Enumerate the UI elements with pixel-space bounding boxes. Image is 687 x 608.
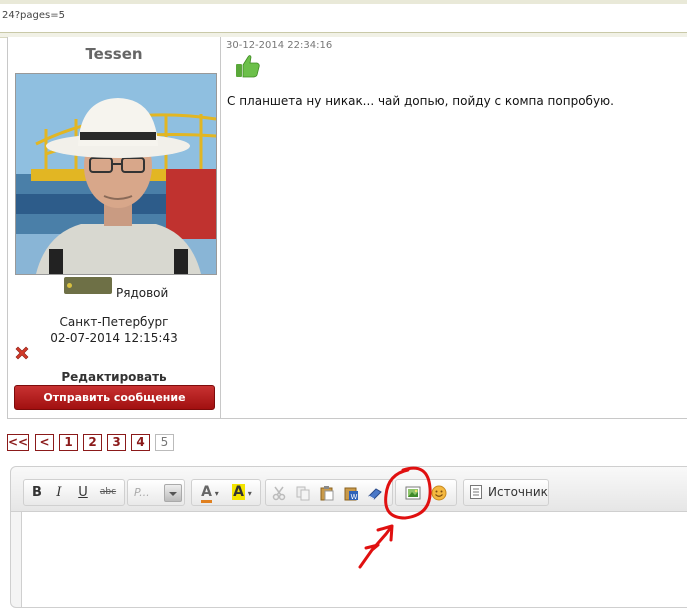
forum-post: Tessen Рядовой Санкт-Петербург 02-07-201…: [7, 37, 687, 419]
smiley-icon[interactable]: [428, 480, 450, 505]
basic-styles-group: B I U abc: [23, 479, 125, 506]
author-panel: Tessen Рядовой Санкт-Петербург 02-07-201…: [8, 37, 221, 418]
delete-x-icon[interactable]: [14, 345, 30, 361]
format-combo-placeholder: P...: [134, 486, 150, 499]
post-content: 30-12-2014 22:34:16 С планшета ну никак.…: [221, 37, 687, 418]
post-timestamp: 30-12-2014 22:34:16: [226, 40, 333, 51]
bg-color-icon: A: [232, 484, 246, 500]
thumbs-up-icon[interactable]: [235, 53, 261, 79]
insert-group: [395, 479, 457, 506]
copy-icon[interactable]: [292, 480, 314, 505]
text-color-button[interactable]: A ▾: [194, 480, 226, 505]
italic-button[interactable]: I: [48, 480, 70, 505]
insert-image-icon[interactable]: [402, 480, 424, 505]
page-1-link[interactable]: 1: [59, 434, 78, 451]
send-message-button[interactable]: Отправить сообщение: [14, 385, 215, 410]
page-5-current: 5: [155, 434, 174, 451]
post-message: С планшета ну никак... чай допью, пойду …: [227, 94, 614, 108]
format-combo[interactable]: P...: [127, 479, 185, 506]
editor-toolbar: B I U abc P... A ▾ A ▾ W Источник: [11, 467, 687, 512]
cut-icon[interactable]: [268, 480, 290, 505]
text-color-icon: A: [201, 484, 213, 503]
page-4-link[interactable]: 4: [131, 434, 150, 451]
page-3-link[interactable]: 3: [107, 434, 126, 451]
rank-epaulette-icon: [64, 277, 112, 294]
edit-profile-link[interactable]: Редактировать: [8, 370, 220, 384]
svg-text:W: W: [351, 493, 358, 501]
strikethrough-button[interactable]: abc: [96, 480, 120, 505]
address-bar[interactable]: 24?pages=5: [0, 0, 687, 33]
color-group: A ▾ A ▾: [191, 479, 261, 506]
source-group: Источник: [463, 479, 549, 506]
rank-label: Рядовой: [116, 286, 169, 300]
source-button[interactable]: Источник: [488, 485, 548, 499]
page-first-button[interactable]: <<: [7, 434, 29, 451]
chevron-down-icon[interactable]: [164, 484, 182, 502]
page-prev-button[interactable]: <: [35, 434, 54, 451]
reply-editor: B I U abc P... A ▾ A ▾ W Источник: [10, 466, 687, 608]
bold-button[interactable]: B: [26, 480, 48, 505]
editor-content-area[interactable]: [21, 512, 687, 607]
author-name[interactable]: Tessen: [8, 45, 220, 63]
page-2-link[interactable]: 2: [83, 434, 102, 451]
clipboard-group: W: [265, 479, 393, 506]
paste-icon[interactable]: [316, 480, 338, 505]
bg-color-button[interactable]: A ▾: [226, 480, 258, 505]
source-document-icon: [470, 485, 482, 502]
address-bar-top-strip: [0, 0, 687, 4]
underline-button[interactable]: U: [72, 480, 94, 505]
author-city: Санкт-Петербург: [59, 315, 169, 329]
author-avatar: [15, 73, 217, 275]
eraser-icon[interactable]: [364, 480, 386, 505]
author-registration-date: 02-07-2014 12:15:43: [50, 331, 178, 345]
paste-from-word-icon[interactable]: W: [340, 480, 362, 505]
url-text[interactable]: 24?pages=5: [2, 10, 65, 21]
